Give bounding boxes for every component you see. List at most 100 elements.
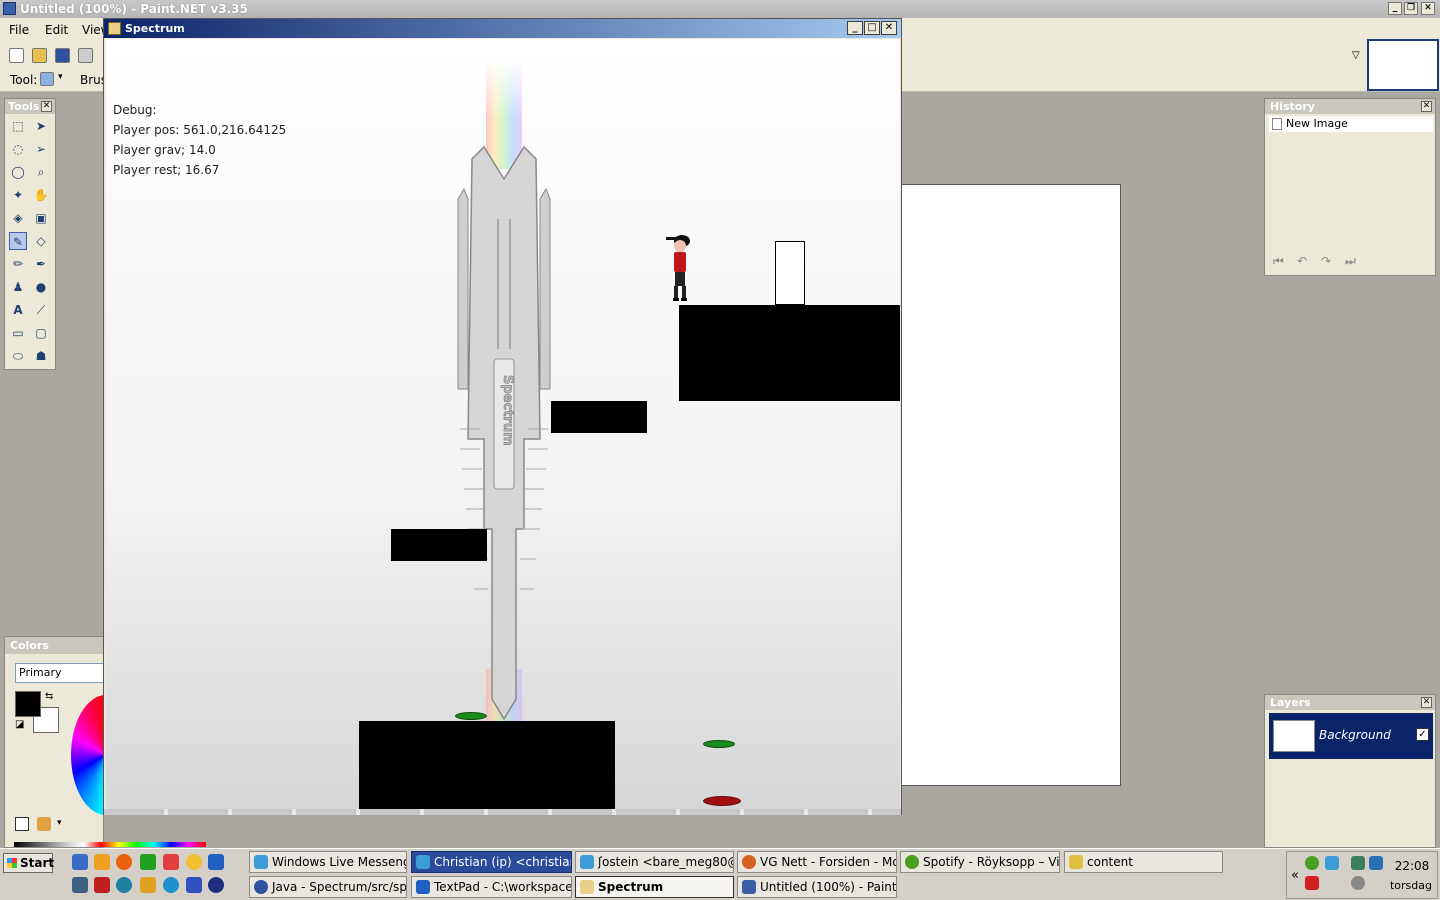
task-content-folder[interactable]: content [1064, 851, 1223, 873]
task-windows-live-messenger[interactable]: Windows Live Messenger [249, 851, 407, 873]
history-item[interactable]: New Image [1269, 116, 1433, 132]
rounded-rectangle-icon[interactable]: ▢ [32, 324, 50, 342]
color-picker-icon[interactable]: ✒ [32, 255, 50, 273]
network-tray-icon[interactable] [1351, 856, 1365, 870]
tool-dropdown-arrow-icon[interactable]: ▾ [58, 72, 63, 82]
task-spotify[interactable]: Spotify - Röyksopp – Visi... [900, 851, 1060, 873]
task-christian-chat[interactable]: Christian (ip) <christianh... [411, 851, 572, 873]
color-palette-strip[interactable] [14, 842, 206, 847]
menu-file[interactable]: File [9, 23, 29, 37]
java-task-icon [580, 880, 594, 894]
network-icon[interactable] [208, 854, 224, 870]
freeform-shape-icon[interactable]: ☗ [32, 347, 50, 365]
show-desktop-icon[interactable] [72, 854, 88, 870]
pencil-icon[interactable]: ✏ [9, 255, 27, 273]
layer-visibility-checkbox[interactable]: ✓ [1416, 728, 1429, 741]
lasso-select-icon[interactable]: ◌ [9, 140, 27, 158]
open-file-icon[interactable] [32, 48, 47, 63]
tray-expand-icon[interactable]: « [1291, 868, 1299, 883]
palette-dropdown-icon[interactable]: ▾ [57, 818, 62, 828]
messenger-tray-icon[interactable] [1325, 856, 1339, 870]
redo-icon[interactable]: ↷ [1321, 254, 1331, 268]
clone-stamp-icon[interactable]: ♟ [9, 278, 27, 296]
utility-icon[interactable] [186, 877, 202, 893]
task-eclipse-java[interactable]: Java - Spectrum/src/spe... [249, 876, 407, 898]
gradient-icon[interactable]: ▣ [32, 209, 50, 227]
paintnet-title-bar[interactable]: Untitled (100%) - Paint.NET v3.35 _ ❐ ✕ [0, 0, 1440, 18]
internet-explorer-icon[interactable] [163, 877, 179, 893]
ellipse-tool-icon[interactable]: ⬭ [9, 347, 27, 365]
rectangle-tool-icon[interactable]: ▭ [9, 324, 27, 342]
paint-bucket-icon[interactable]: ◈ [9, 209, 27, 227]
spectrum-maximize-button[interactable]: □ [864, 21, 880, 35]
print-icon[interactable] [78, 48, 93, 63]
rewind-icon[interactable]: ⏮ [1273, 254, 1284, 269]
move-selection-icon[interactable]: ➤ [32, 117, 50, 135]
reset-colors-icon[interactable]: ◪ [15, 719, 24, 730]
palette-icon[interactable] [37, 817, 51, 831]
primary-color-swatch[interactable] [15, 691, 41, 717]
firefox-icon[interactable] [116, 854, 132, 870]
task-paintnet[interactable]: Untitled (100%) - Paint.... [737, 876, 897, 898]
tools-window: Tools ✕ ⬚ ➤ ◌ ➢ ◯ ⌕ ✦ ✋ ◈ ▣ ✎ ◇ ✏ ✒ ♟ ● … [4, 98, 56, 370]
minimize-button[interactable]: _ [1388, 2, 1402, 15]
chat-icon[interactable] [140, 877, 156, 893]
launcher-icon[interactable] [140, 854, 156, 870]
tools-close-icon[interactable]: ✕ [41, 101, 52, 112]
move-selected-icon[interactable]: ➢ [32, 140, 50, 158]
fast-forward-icon[interactable]: ⏭ [1345, 254, 1356, 269]
layers-title: Layers [1270, 696, 1311, 709]
rectangle-select-icon[interactable]: ⬚ [9, 117, 27, 135]
primary-color-dropdown[interactable]: Primary [15, 663, 105, 683]
thumbnail-dropdown-icon[interactable]: ▽ [1352, 50, 1364, 62]
new-file-icon[interactable] [9, 48, 24, 63]
spotify-tray-icon[interactable] [1305, 856, 1319, 870]
browser-icon[interactable] [116, 877, 132, 893]
save-icon[interactable] [55, 48, 70, 63]
start-button[interactable]: Start [3, 853, 54, 873]
magic-wand-icon[interactable]: ✦ [9, 186, 27, 204]
messenger-icon[interactable] [186, 854, 202, 870]
spectrum-window: Spectrum _ □ ✕ Debug: Player pos: 561.0,… [103, 18, 902, 815]
close-button[interactable]: ✕ [1421, 2, 1435, 15]
zoom-icon[interactable]: ⌕ [32, 163, 50, 181]
image-thumbnail[interactable] [1367, 39, 1439, 91]
paintbrush-icon[interactable] [40, 72, 54, 86]
spectrum-minimize-button[interactable]: _ [847, 21, 863, 35]
clock[interactable]: 22:08 [1392, 859, 1432, 873]
image-canvas[interactable] [901, 184, 1121, 786]
paintbrush-tool-icon[interactable]: ✎ [9, 232, 27, 250]
ellipse-select-icon[interactable]: ◯ [9, 163, 27, 181]
swap-colors-icon[interactable]: ⇆ [45, 691, 53, 702]
undo-icon[interactable]: ↶ [1297, 254, 1307, 268]
history-close-icon[interactable]: ✕ [1421, 101, 1432, 112]
drive-icon[interactable] [94, 877, 110, 893]
debug-player-grav: Player grav; 14.0 [113, 143, 216, 157]
media-player-icon[interactable] [94, 854, 110, 870]
task-ostein-chat[interactable]: ʃostein <bare_meg80@... [575, 851, 734, 873]
paint-app-icon[interactable] [163, 854, 179, 870]
task-firefox-vg-nett[interactable]: VG Nett - Forsiden - Mozi... [737, 851, 897, 873]
color-mode-icon[interactable] [15, 817, 29, 831]
tool-icon[interactable] [72, 877, 88, 893]
eraser-icon[interactable]: ◇ [32, 232, 50, 250]
text-tool-icon[interactable]: A [9, 301, 27, 319]
layers-close-icon[interactable]: ✕ [1421, 697, 1432, 708]
spectrum-close-button[interactable]: ✕ [881, 21, 897, 35]
recolor-icon[interactable]: ● [32, 278, 50, 296]
spectrum-title-bar[interactable]: Spectrum _ □ ✕ [104, 19, 901, 38]
pan-icon[interactable]: ✋ [32, 186, 50, 204]
connection-tray-icon[interactable] [1369, 856, 1383, 870]
volume-muted-icon[interactable] [1351, 876, 1365, 890]
eclipse-icon[interactable] [208, 877, 224, 893]
menu-edit[interactable]: Edit [45, 23, 68, 37]
task-textpad[interactable]: TextPad - C:\workspace\... [411, 876, 572, 898]
restore-button[interactable]: ❐ [1404, 2, 1418, 15]
line-curve-icon[interactable]: ⟋ [32, 301, 50, 319]
layer-row-background[interactable]: Background ✓ [1269, 713, 1433, 759]
spectrum-bottom-edge [104, 809, 901, 815]
messenger-task-icon [580, 855, 594, 869]
game-canvas[interactable]: Debug: Player pos: 561.0,216.64125 Playe… [106, 39, 900, 814]
security-tray-icon[interactable] [1305, 876, 1319, 890]
task-spectrum[interactable]: Spectrum [575, 876, 734, 898]
